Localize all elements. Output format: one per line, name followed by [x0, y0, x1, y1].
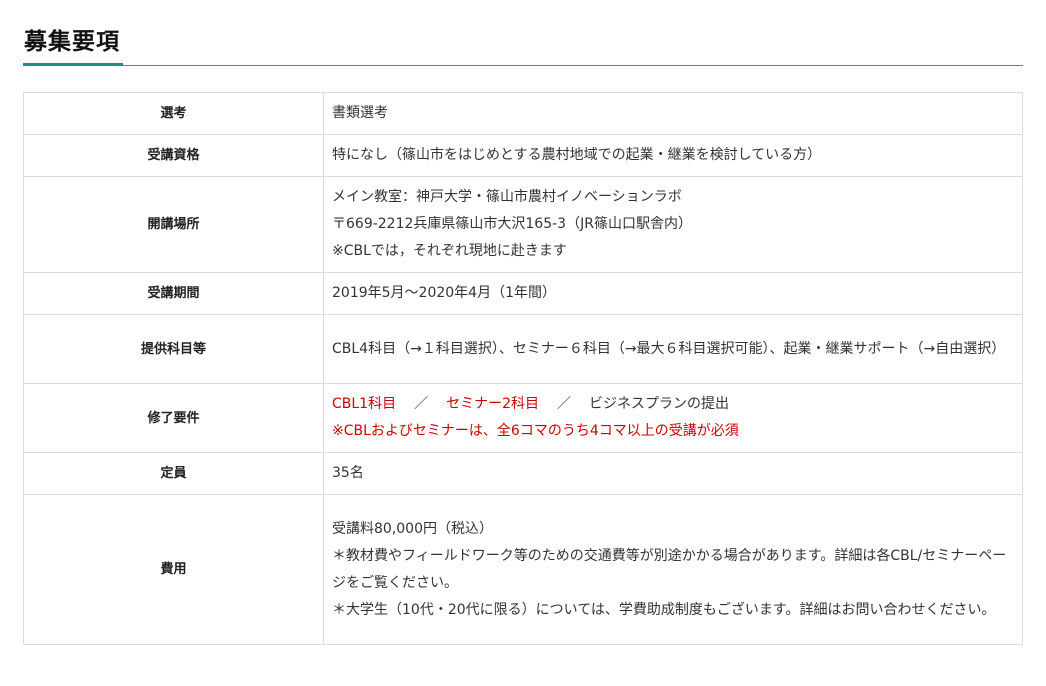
row-label-eligibility: 受講資格: [23, 134, 324, 177]
row-label-capacity: 定員: [23, 452, 324, 495]
value-line: 2019年5月～2020年4月（1年間）: [332, 285, 556, 301]
row-label-period: 受講期間: [23, 272, 324, 315]
row-label-venue: 開講場所: [23, 176, 324, 273]
value-line: 書類選考: [332, 105, 388, 121]
row-value-eligibility: 特になし（篠山市をはじめとする農村地域での起業・継業を検討している方）: [323, 134, 1023, 177]
value-line: 受講料80,000円（税込）: [332, 520, 493, 537]
value-line: メイン教室：神戸大学・篠山市農村イノベーションラボ: [332, 189, 682, 205]
page-title: 募集要項: [24, 29, 120, 55]
separator: ／: [557, 396, 572, 412]
row-value-fee: 受講料80,000円（税込） ＊教材費やフィールドワーク等のための交通費等が別途…: [323, 494, 1023, 645]
row-label-fee: 費用: [23, 494, 324, 645]
value-line: ※CBLでは，それぞれ現地に赴きます: [332, 243, 567, 259]
table-row: 受講資格 特になし（篠山市をはじめとする農村地域での起業・継業を検討している方）: [23, 134, 1023, 177]
separator: ／: [414, 396, 429, 412]
row-value-capacity: 35名: [323, 452, 1023, 495]
row-value-selection: 書類選考: [323, 92, 1023, 135]
completion-note: ※CBLおよびセミナーは、全6コマのうち4コマ以上の受講が必須: [332, 423, 739, 439]
value-line: ＊大学生（10代・20代に限る）については、学費助成制度もございます。詳細はお問…: [332, 601, 996, 618]
row-value-completion: CBL1科目 ／ セミナー2科目 ／ ビジネスプランの提出 ※CBLおよびセミナーは、全…: [323, 383, 1023, 453]
row-value-venue: メイン教室：神戸大学・篠山市農村イノベーションラボ 〒669-2212兵庫県篠山…: [323, 176, 1023, 273]
table-row: 開講場所 メイン教室：神戸大学・篠山市農村イノベーションラボ 〒669-2212…: [23, 176, 1023, 273]
value-line: 特になし（篠山市をはじめとする農村地域での起業・継業を検討している方）: [332, 147, 822, 163]
row-label-courses: 提供科目等: [23, 314, 324, 384]
table-row: 受講期間 2019年5月～2020年4月（1年間）: [23, 272, 1023, 315]
table-row: 修了要件 CBL1科目 ／ セミナー2科目 ／ ビジネスプランの提出 ※CBLおよびセミ…: [23, 383, 1023, 453]
requirement-business-plan: ビジネスプランの提出: [589, 396, 730, 412]
completion-requirements: CBL1科目 ／ セミナー2科目 ／ ビジネスプランの提出: [332, 391, 1014, 418]
row-label-completion: 修了要件: [23, 383, 324, 453]
table-row: 提供科目等 CBL4科目（→１科目選択）、セミナー６科目（→最大６科目選択可能）…: [23, 314, 1023, 384]
title-divider: [23, 65, 1023, 66]
value-line: 〒669-2212兵庫県篠山市大沢165-3（JR篠山口駅舎内）: [332, 216, 692, 232]
table-row: 費用 受講料80,000円（税込） ＊教材費やフィールドワーク等のための交通費等…: [23, 494, 1023, 645]
row-value-period: 2019年5月～2020年4月（1年間）: [323, 272, 1023, 315]
table-row: 定員 35名: [23, 452, 1023, 495]
table-row: 選考 書類選考: [23, 92, 1023, 135]
value-line: CBL4科目（→１科目選択）、セミナー６科目（→最大６科目選択可能）、起業・継業…: [332, 340, 1006, 357]
value-line: 35名: [332, 465, 364, 481]
row-value-courses: CBL4科目（→１科目選択）、セミナー６科目（→最大６科目選択可能）、起業・継業…: [323, 314, 1023, 384]
requirement-seminar: セミナー2科目: [446, 396, 540, 412]
value-line: ＊教材費やフィールドワーク等のための交通費等が別途かかる場合があります。詳細は各…: [332, 547, 1007, 591]
title-accent-bar: [23, 63, 123, 66]
row-label-selection: 選考: [23, 92, 324, 135]
requirements-table: 選考 書類選考 受講資格 特になし（篠山市をはじめとする農村地域での起業・継業を…: [23, 92, 1023, 645]
requirement-cbl: CBL1科目: [332, 396, 397, 412]
